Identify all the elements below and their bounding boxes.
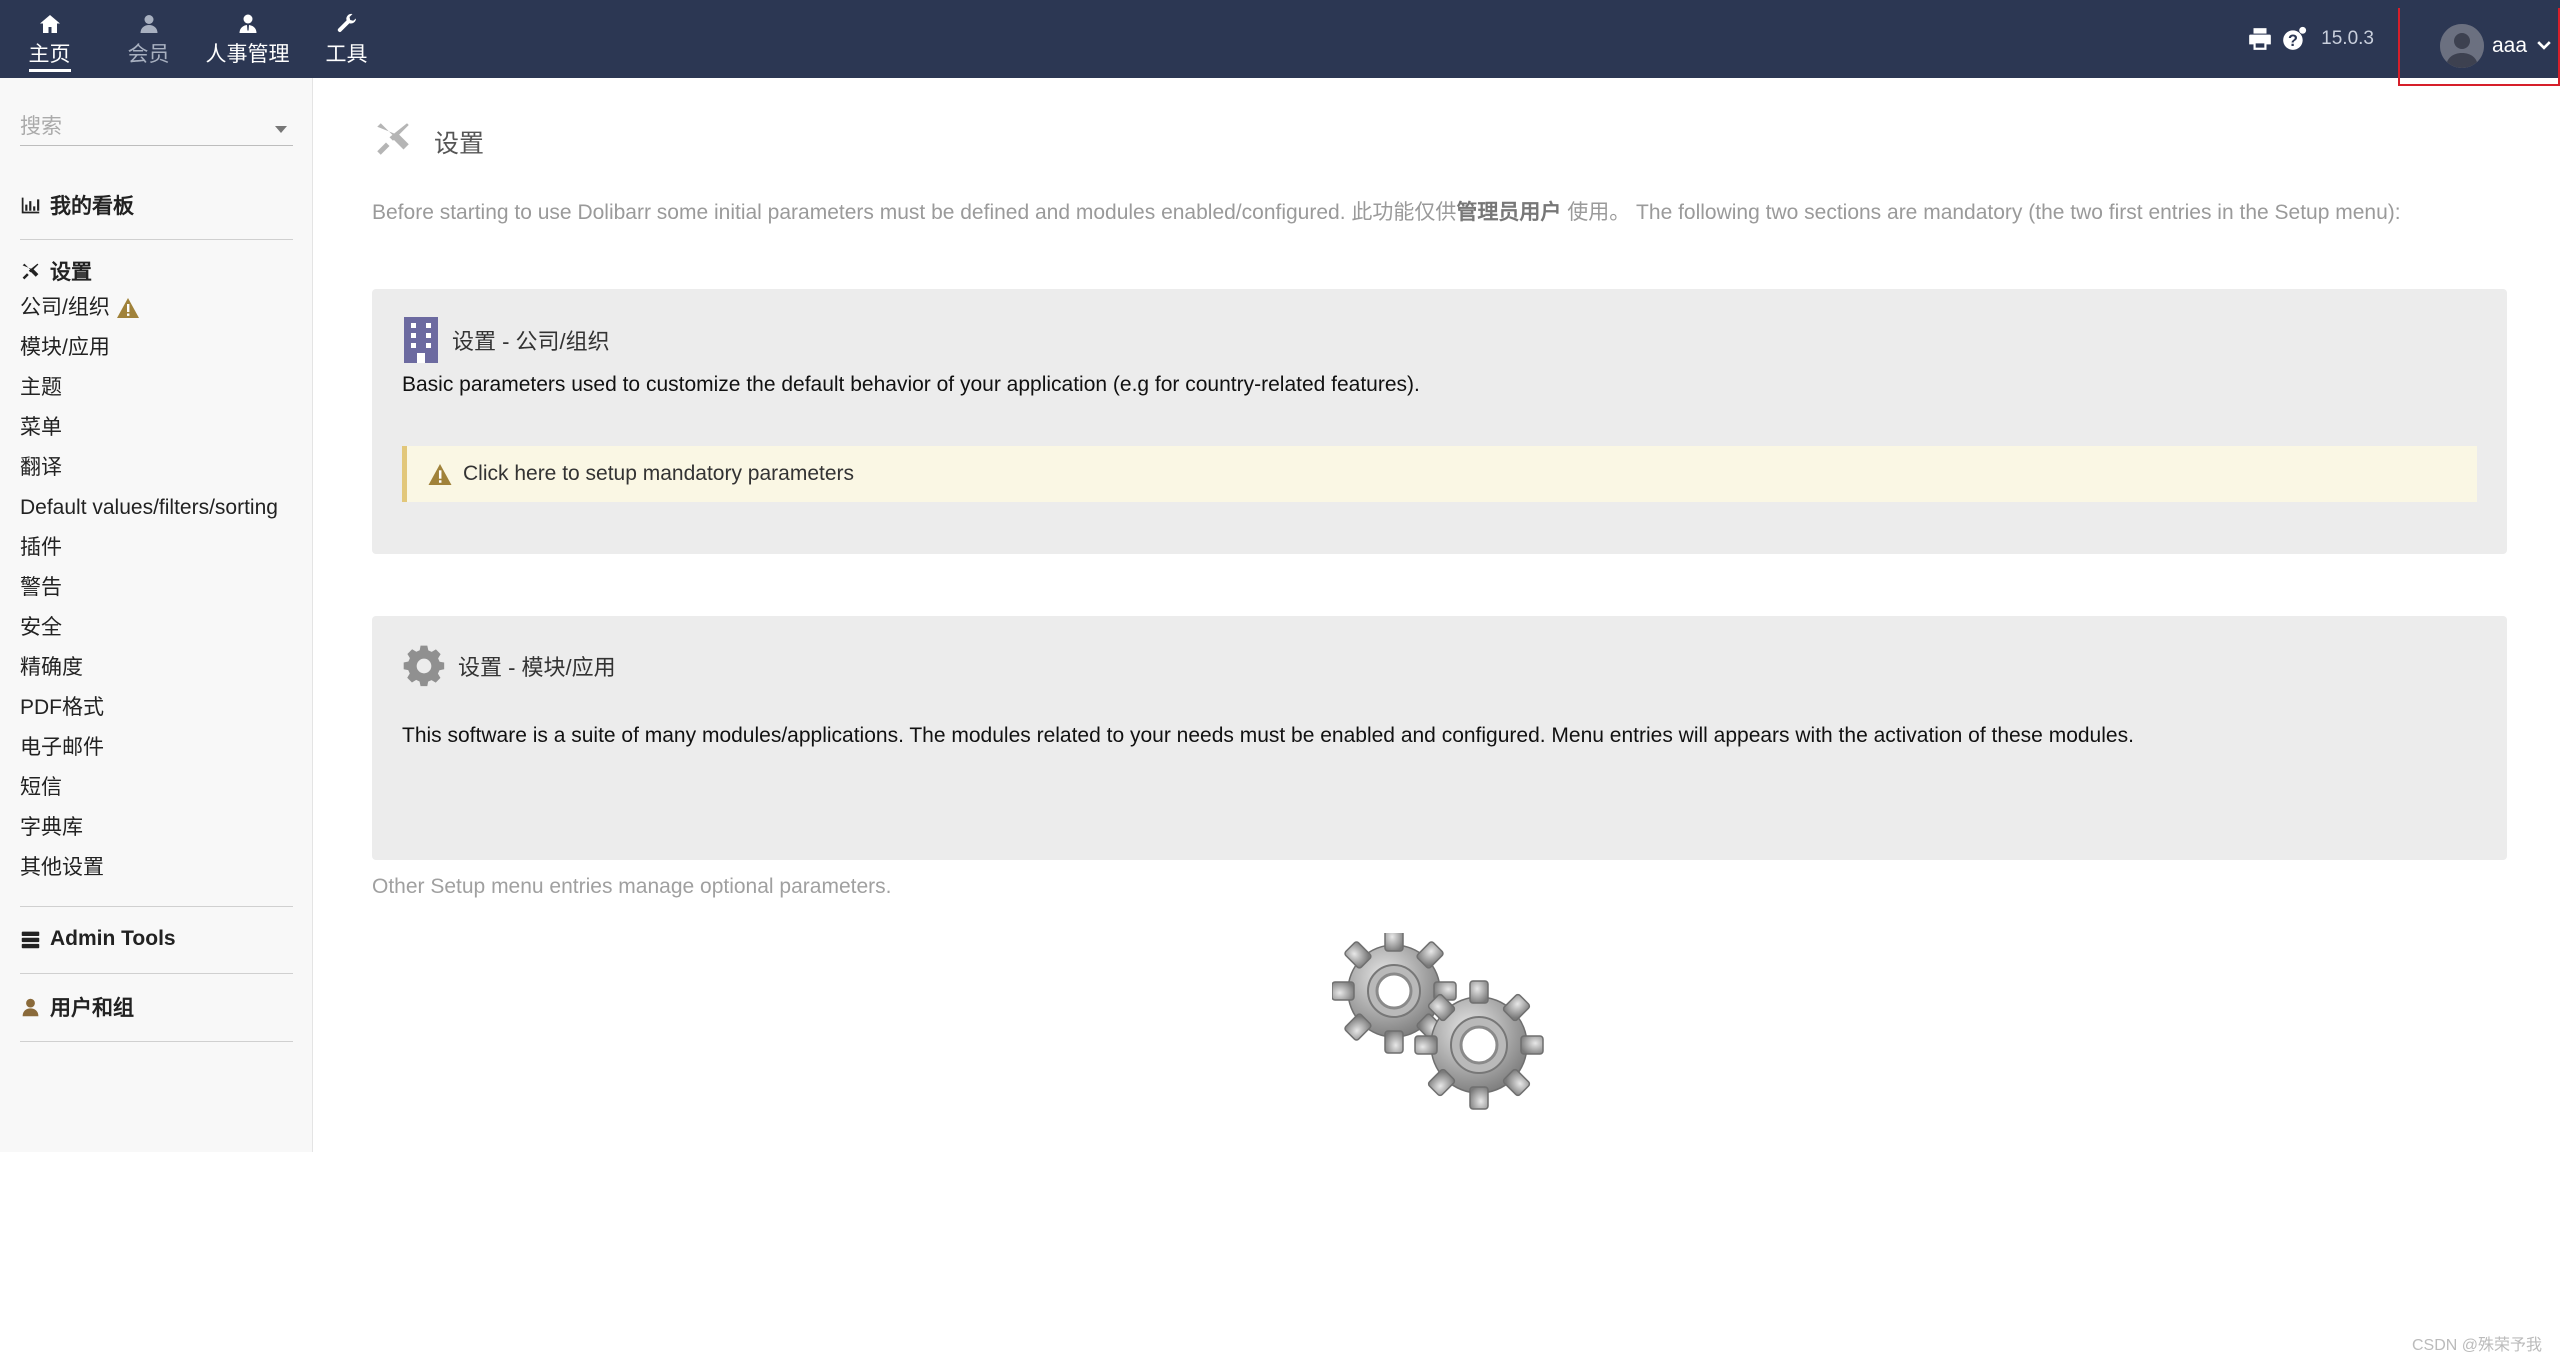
user-avatar-icon (2440, 24, 2484, 68)
sidebar-item-dashboard[interactable]: 我的看板 (20, 188, 293, 222)
intro-text: Before starting to use Dolibarr some ini… (372, 196, 2512, 226)
print-icon (2249, 28, 2272, 50)
gear-icon (403, 645, 445, 687)
help-icon: ? (2283, 26, 2307, 50)
version-label: 15.0.3 (2321, 28, 2374, 49)
sidebar-item-dictionaries[interactable]: 字典库 (20, 808, 293, 848)
intro-text-part2: 使用。 The following two sections are manda… (1561, 201, 2401, 224)
company-setup-box: 设置 - 公司/组织 Basic parameters used to cust… (372, 289, 2507, 554)
sidebar-item-users-groups[interactable]: 用户和组 (20, 990, 293, 1024)
setup-label: 设置 (50, 261, 92, 284)
sidebar-item-alerts[interactable]: 警告 (20, 568, 293, 608)
intro-admin-users: 管理员用户 (1456, 201, 1562, 224)
page-title: 设置 (434, 129, 485, 158)
divider (20, 973, 293, 974)
building-icon (404, 317, 438, 363)
dashboard-section: 我的看板 (20, 188, 293, 222)
company-setup-header[interactable]: 设置 - 公司/组织 (402, 317, 610, 363)
sidebar-item-modules[interactable]: 模块/应用 (20, 328, 293, 368)
sidebar-item-emails[interactable]: 电子邮件 (20, 728, 293, 768)
topnav-tools[interactable]: 工具 (297, 0, 396, 78)
optional-parameters-note: Other Setup menu entries manage optional… (372, 875, 892, 898)
topnav-hrm-label: 人事管理 (205, 43, 290, 66)
setup-mandatory-link-text: Click here to setup mandatory parameters (463, 462, 855, 485)
left-sidebar: 我的看板 设置 公司/组织 模块/应用 主题 菜单 翻译 Default val… (0, 78, 313, 1152)
sidebar-item-security[interactable]: 安全 (20, 608, 293, 648)
user-menu-button[interactable]: aaa (2398, 8, 2560, 86)
sidebar-item-widgets[interactable]: 插件 (20, 528, 293, 568)
intro-text-part1: Before starting to use Dolibarr some ini… (372, 201, 1457, 224)
divider (20, 1041, 293, 1042)
search-box (20, 112, 293, 146)
search-input[interactable] (20, 112, 260, 142)
avatar (2440, 24, 2484, 68)
admin-tools-section: Admin Tools (20, 922, 293, 956)
sidebar-item-theme[interactable]: 主题 (20, 368, 293, 408)
divider (20, 239, 293, 240)
sidebar-item-menus[interactable]: 菜单 (20, 408, 293, 448)
member-icon (140, 15, 157, 33)
admin-tools-label: Admin Tools (50, 927, 176, 950)
page-header: 设置 (372, 118, 484, 165)
modules-setup-header[interactable]: 设置 - 模块/应用 (402, 644, 616, 688)
hrm-icon (239, 14, 256, 33)
top-navbar: 主页 会员 人事管理 工具 ? 15.0.3 aaa (0, 0, 2560, 86)
tools-icon (372, 118, 414, 165)
sidebar-item-admin-tools[interactable]: Admin Tools (20, 922, 293, 956)
server-icon (21, 931, 40, 948)
warning-icon (116, 298, 139, 318)
topnav-home-label: 主页 (28, 43, 71, 72)
company-setup-title: 设置 - 公司/组织 (452, 329, 610, 354)
topnav-members[interactable]: 会员 (99, 0, 198, 78)
sidebar-item-company[interactable]: 公司/组织 (20, 288, 293, 328)
modules-setup-box: 设置 - 模块/应用 This software is a suite of m… (372, 616, 2507, 860)
svg-text:?: ? (2288, 32, 2298, 50)
sidebar-item-precision[interactable]: 精确度 (20, 648, 293, 688)
main-content: 设置 Before starting to use Dolibarr some … (372, 78, 2507, 1278)
topnav-members-label: 会员 (127, 43, 170, 66)
chevron-down-icon (2527, 33, 2553, 60)
modules-setup-description: This software is a suite of many modules… (402, 724, 2134, 747)
sidebar-item-other-setup[interactable]: 其他设置 (20, 848, 293, 888)
topnav-home[interactable]: 主页 (0, 0, 99, 78)
modules-setup-title: 设置 - 模块/应用 (458, 655, 616, 680)
topnav-hrm[interactable]: 人事管理 (198, 0, 297, 78)
top-nav-menu: 主页 会员 人事管理 工具 (0, 0, 396, 78)
sidebar-item-pdf[interactable]: PDF格式 (20, 688, 293, 728)
help-button[interactable]: ? (2277, 22, 2311, 56)
sidebar-item-translation[interactable]: 翻译 (20, 448, 293, 488)
setup-section: 设置 公司/组织 模块/应用 主题 菜单 翻译 Default values/f… (20, 254, 293, 888)
sidebar-item-setup[interactable]: 设置 (20, 254, 293, 288)
home-icon (39, 15, 60, 33)
wrench-icon (337, 13, 356, 32)
warning-icon (428, 463, 452, 485)
watermark: CSDN @殊荣予我 (2411, 1337, 2542, 1354)
print-button[interactable] (2243, 22, 2277, 56)
search-dropdown-arrow-icon[interactable] (275, 126, 287, 133)
sidebar-item-sms[interactable]: 短信 (20, 768, 293, 808)
company-setup-description: Basic parameters used to customize the d… (402, 373, 1420, 396)
gears-illustration-icon (1332, 933, 1544, 1110)
dashboard-label: 我的看板 (50, 195, 134, 218)
topnav-tools-label: 工具 (325, 43, 368, 66)
username-label: aaa (2492, 34, 2528, 57)
sidebar-item-default-values[interactable]: Default values/filters/sorting (20, 488, 293, 528)
users-groups-label: 用户和组 (50, 997, 134, 1020)
tools-icon (22, 263, 39, 279)
users-section: 用户和组 (20, 990, 293, 1024)
chart-icon (21, 197, 40, 213)
user-icon (22, 998, 39, 1016)
sidebar-item-company-label: 公司/组织 (20, 296, 110, 319)
setup-mandatory-link[interactable]: Click here to setup mandatory parameters (402, 446, 2477, 502)
top-right-area: ? 15.0.3 aaa (2243, 0, 2560, 86)
divider (20, 906, 293, 907)
